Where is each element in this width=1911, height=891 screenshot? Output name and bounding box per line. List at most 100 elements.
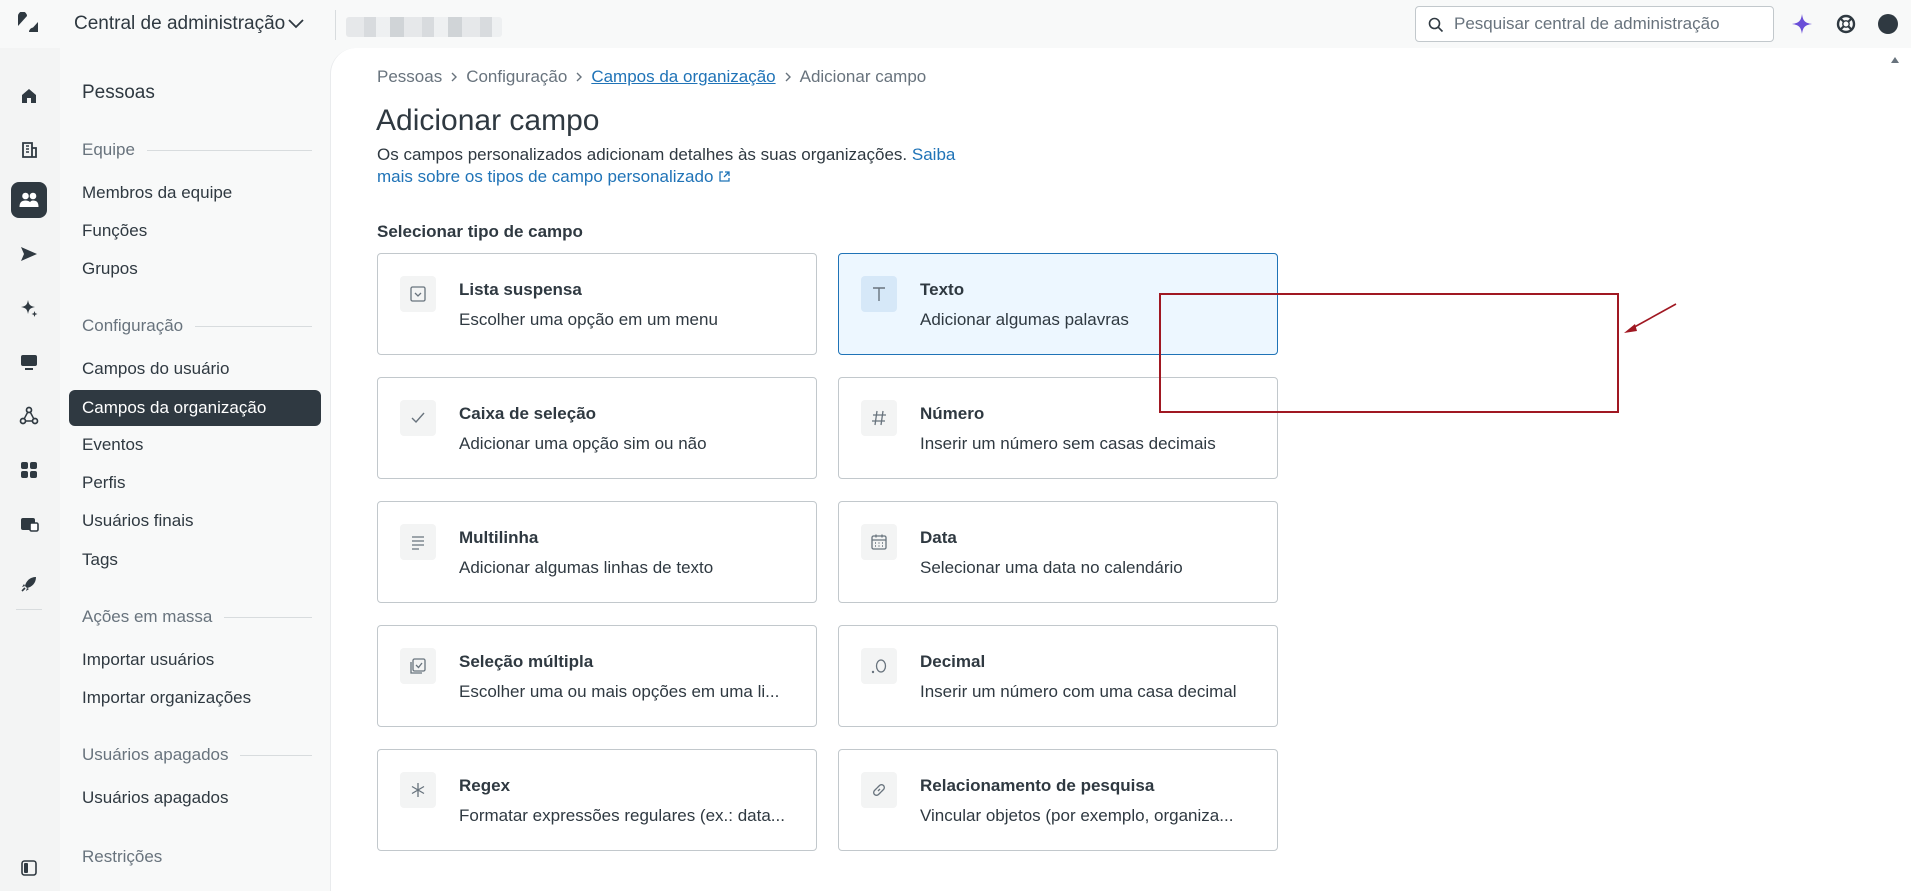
external-link-icon [719,171,730,182]
rail-account[interactable] [11,132,47,168]
field-type-card-multilinha[interactable]: Multilinha Adicionar algumas linhas de t… [377,501,817,603]
card-title: Regex [459,776,511,795]
ai-sparkle-icon[interactable] [1790,12,1814,36]
scrollbar[interactable] [1890,48,1900,891]
checkmark-icon [400,400,436,436]
sidebar-item-eventos[interactable]: Eventos [82,435,143,457]
rail-getting-started[interactable] [11,566,47,602]
page-description: Os campos personalizados adicionam detal… [377,145,956,186]
field-type-card-lista-suspensa[interactable]: Lista suspensa Escolher uma opção em um … [377,253,817,355]
sidebar-item-importar-organizacoes[interactable]: Importar organizações [82,688,251,710]
card-subtitle: Adicionar algumas linhas de texto [459,558,714,577]
sparkle-icon [21,300,38,317]
field-type-card-selecao-multipla[interactable]: Seleção múltipla Escolher uma ou mais op… [377,625,817,727]
zendesk-logo-icon[interactable] [16,12,40,36]
card-title: Multilinha [459,528,539,547]
rail-account-billing[interactable] [11,506,47,542]
rail-home[interactable] [11,78,47,114]
rail-ai[interactable] [11,290,47,326]
card-subtitle: Escolher uma opção em um menu [459,310,718,329]
card-title: Decimal [920,652,986,671]
page-title: Adicionar campo [376,104,600,137]
search-icon [1428,17,1444,33]
sidebar-item-campos-do-usuario[interactable]: Campos do usuário [82,359,229,381]
account-name-redacted [346,17,502,37]
breadcrumb-adicionar-campo: Adicionar campo [799,67,927,86]
top-bar: Central de administração [0,0,1911,48]
sidebar-item-usuarios-apagados[interactable]: Usuários apagados [82,788,228,810]
sidebar-item-tags[interactable]: Tags [82,550,118,572]
sidebar-item-campos-da-organizacao[interactable]: Campos da organização [69,390,321,426]
sidebar-toggle-icon [21,860,37,876]
divider [335,10,336,40]
sidebar-item-importar-usuarios[interactable]: Importar usuários [82,650,214,672]
sidebar-item-usuarios-finais[interactable]: Usuários finais [82,511,194,533]
section-restricoes: Restrições [82,847,163,866]
card-subtitle: Selecionar uma data no calendário [920,558,1183,577]
section-usuarios-apagados: Usuários apagados [82,745,312,765]
rail-workspaces[interactable] [11,344,47,380]
field-type-card-caixa-de-selecao[interactable]: Caixa de seleção Adicionar uma opção sim… [377,377,817,479]
card-title: Data [920,528,957,547]
rail-objects[interactable] [11,398,47,434]
card-subtitle: Inserir um número com uma casa decimal [920,682,1237,701]
search-box[interactable] [1415,6,1774,42]
rocket-icon [21,577,36,592]
sidebar-item-funcoes[interactable]: Funções [82,221,147,243]
dropdown-icon [400,276,436,312]
sidebar-title: Pessoas [82,82,155,103]
calendar-icon [861,524,897,560]
apps-grid-icon [21,462,37,478]
app-title[interactable]: Central de administração [74,13,285,35]
breadcrumb-pessoas[interactable]: Pessoas [377,67,442,87]
section-equipe: Equipe [82,140,312,160]
card-title: Relacionamento de pesquisa [920,776,1155,795]
rail-apps[interactable] [11,452,47,488]
chevron-down-icon[interactable] [287,16,305,30]
billing-icon [21,518,39,532]
field-type-card-relacionamento-de-pesquisa[interactable]: Relacionamento de pesquisa Vincular obje… [838,749,1278,851]
help-icon[interactable] [1834,12,1858,36]
home-icon [22,89,36,103]
asterisk-icon [400,772,436,808]
rail-divider [16,609,42,610]
rail-collapse[interactable] [11,850,47,886]
monitor-icon [21,355,37,370]
sidebar-item-grupos[interactable]: Grupos [82,259,138,281]
text-icon [861,276,897,312]
card-title: Texto [920,280,965,299]
card-subtitle: Adicionar uma opção sim ou não [459,434,707,453]
field-type-card-regex[interactable]: Regex Formatar expressões regulares (ex.… [377,749,817,851]
annotation-highlight-box [1159,293,1619,413]
card-subtitle: Vincular objetos (por exemplo, organiza.… [920,806,1234,825]
card-title: Caixa de seleção [459,404,597,423]
breadcrumb-campos-da-organizacao[interactable]: Campos da organização [591,67,775,87]
rail-people[interactable] [11,182,47,218]
card-title: Lista suspensa [459,280,582,299]
chevron-right-icon [576,72,583,82]
sidebar-item-membros-da-equipe[interactable]: Membros da equipe [82,183,232,205]
search-input[interactable] [1454,12,1766,36]
chevron-right-icon [785,72,791,82]
chevron-right-icon [451,72,458,82]
hash-icon [861,400,897,436]
scroll-up-icon[interactable] [1891,56,1899,64]
section-configuracao: Configuração [82,316,312,336]
main-content: Pessoas Configuração Campos da organizaç… [330,48,1911,891]
decimal-icon [861,648,897,684]
people-icon [19,192,39,207]
link-icon [861,772,897,808]
rail-channels[interactable] [11,236,47,272]
card-subtitle: Inserir um número sem casas decimais [920,434,1216,453]
breadcrumb-configuracao[interactable]: Configuração [466,67,567,87]
card-title: Seleção múltipla [459,652,594,671]
card-subtitle: Escolher uma ou mais opções em uma li... [459,682,780,701]
field-type-card-data[interactable]: Data Selecionar uma data no calendário [838,501,1278,603]
building-icon [22,142,37,158]
multiselect-icon [400,648,436,684]
field-type-card-decimal[interactable]: Decimal Inserir um número com uma casa d… [838,625,1278,727]
products-icon[interactable] [1876,12,1900,36]
sidebar-item-perfis[interactable]: Perfis [82,473,125,495]
objects-icon [19,406,39,425]
section-label: Selecionar tipo de campo [377,222,583,241]
